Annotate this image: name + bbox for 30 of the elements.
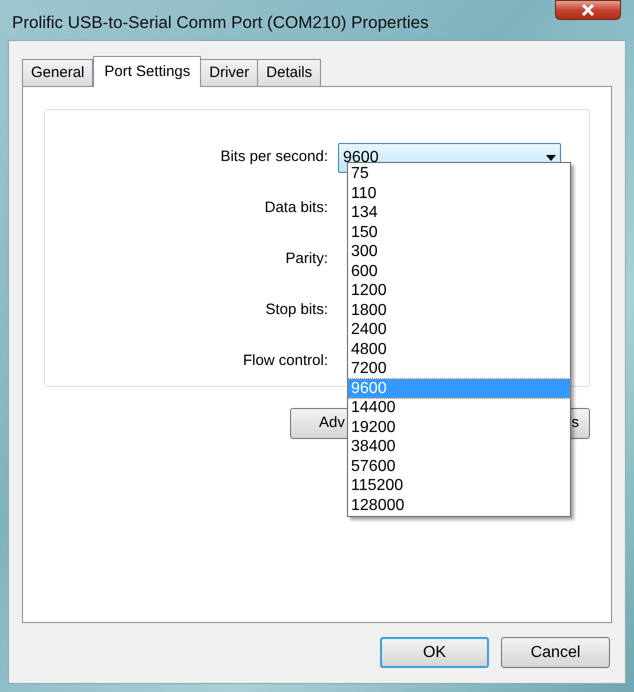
- dropdown-option[interactable]: 38400: [348, 437, 570, 456]
- dropdown-option[interactable]: 14400: [348, 398, 570, 418]
- dropdown-option[interactable]: 134: [348, 203, 570, 222]
- dropdown-option[interactable]: 57600: [348, 456, 570, 476]
- dropdown-option[interactable]: 600: [348, 262, 570, 281]
- field-label: Bits per second:: [219, 147, 329, 168]
- field-label: Parity:: [284, 249, 329, 270]
- dropdown-option[interactable]: 110: [348, 184, 570, 203]
- dialog-button[interactable]: Cancel: [501, 637, 610, 668]
- dropdown-option[interactable]: 1200: [348, 281, 570, 300]
- dropdown-option[interactable]: 115200: [348, 476, 570, 496]
- dropdown-option[interactable]: 19200: [348, 418, 570, 437]
- dropdown-option[interactable]: 4800: [348, 340, 570, 359]
- field-label: Flow control:: [242, 351, 329, 372]
- dropdown-option[interactable]: 150: [348, 222, 570, 242]
- dialog-button[interactable]: OK: [380, 637, 489, 668]
- close-icon: [581, 4, 595, 16]
- tab[interactable]: General: [22, 59, 94, 86]
- dropdown-option[interactable]: 2400: [348, 320, 570, 340]
- dropdown-option[interactable]: 1800: [348, 300, 570, 320]
- dropdown-option[interactable]: 7200: [348, 359, 570, 378]
- dropdown-option[interactable]: 300: [348, 242, 570, 262]
- close-button[interactable]: [555, 0, 621, 20]
- field-label: Data bits:: [264, 198, 329, 218]
- tab[interactable]: Details: [257, 59, 322, 86]
- tab[interactable]: Driver: [200, 59, 258, 86]
- field-label: Stop bits:: [264, 300, 329, 320]
- tab[interactable]: Port Settings: [93, 56, 202, 87]
- dropdown-option[interactable]: 128000: [348, 496, 570, 515]
- window-title: Prolific USB-to-Serial Comm Port (COM210) Properties: [12, 12, 429, 34]
